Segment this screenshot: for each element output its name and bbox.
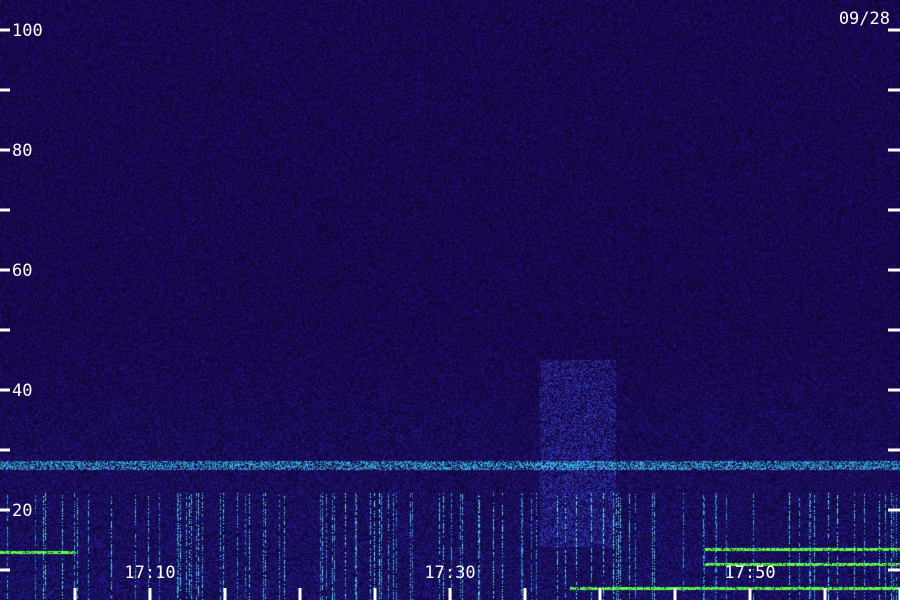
y-axis-right (888, 28, 900, 572)
x-tick-label: 17:10 (124, 563, 175, 583)
x-tick-label: 17:30 (424, 563, 475, 583)
date-label: 09/28 (839, 9, 890, 29)
x-axis: 17:10 17:30 17:50 (73, 563, 900, 600)
y-tick-label: 100 (12, 21, 43, 41)
y-axis-left: 100 80 60 40 20 (0, 21, 43, 572)
axes-overlay: 100 80 60 40 20 17:10 17:30 17:50 09/28 (0, 9, 900, 600)
x-tick-label: 17:50 (724, 563, 775, 583)
y-tick-label: 60 (12, 261, 32, 281)
y-tick-label: 80 (12, 141, 32, 161)
y-tick-label: 40 (12, 381, 32, 401)
y-tick-label: 20 (12, 501, 32, 521)
